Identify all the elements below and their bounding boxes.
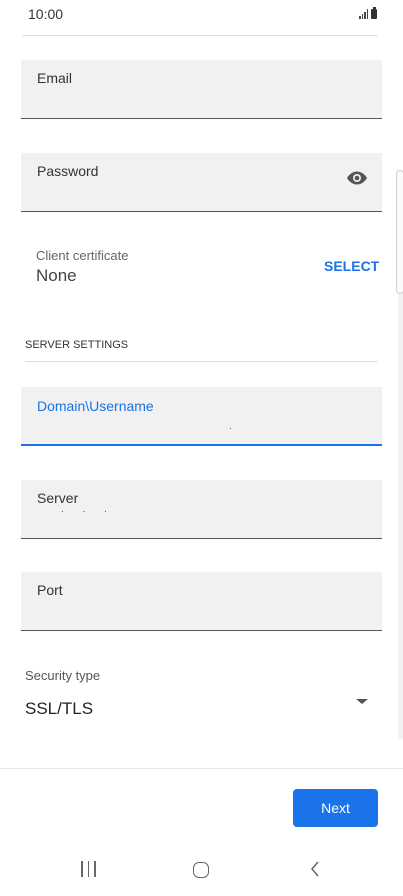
- password-label: Password: [37, 163, 99, 179]
- port-label: Port: [37, 582, 63, 598]
- server-value: . . .: [61, 504, 115, 515]
- status-time: 10:00: [28, 6, 64, 22]
- client-certificate-label: Client certificate: [36, 248, 129, 263]
- dropdown-arrow-icon[interactable]: [356, 699, 368, 704]
- status-icons: [359, 7, 377, 19]
- eye-icon[interactable]: [346, 171, 368, 185]
- domain-username-value: .: [229, 421, 240, 432]
- domain-username-field[interactable]: Domain\Username .: [21, 387, 382, 446]
- signal-icon: [359, 9, 368, 19]
- email-label: Email: [37, 70, 73, 86]
- next-button[interactable]: Next: [293, 789, 378, 827]
- email-field[interactable]: Email: [21, 60, 382, 119]
- server-settings-header: SERVER SETTINGS: [25, 339, 129, 351]
- back-icon[interactable]: [310, 861, 320, 877]
- security-type-label: Security type: [25, 668, 101, 683]
- footer-divider: [0, 768, 403, 769]
- battery-icon: [371, 7, 377, 19]
- scrollbar-thumb[interactable]: [396, 170, 403, 294]
- top-divider: [22, 35, 378, 36]
- navigation-bar: [0, 846, 403, 896]
- security-type-value[interactable]: SSL/TLS: [25, 699, 93, 719]
- select-certificate-button[interactable]: SELECT: [324, 258, 379, 274]
- password-field[interactable]: Password: [21, 153, 382, 212]
- home-icon[interactable]: [193, 862, 209, 878]
- status-bar: 10:00: [0, 0, 403, 28]
- port-field[interactable]: Port: [21, 572, 382, 631]
- client-certificate-value: None: [36, 266, 77, 285]
- recent-apps-icon[interactable]: [81, 861, 96, 877]
- server-field[interactable]: Server . . .: [21, 480, 382, 539]
- section-divider: [25, 361, 378, 362]
- domain-username-label: Domain\Username: [37, 398, 154, 414]
